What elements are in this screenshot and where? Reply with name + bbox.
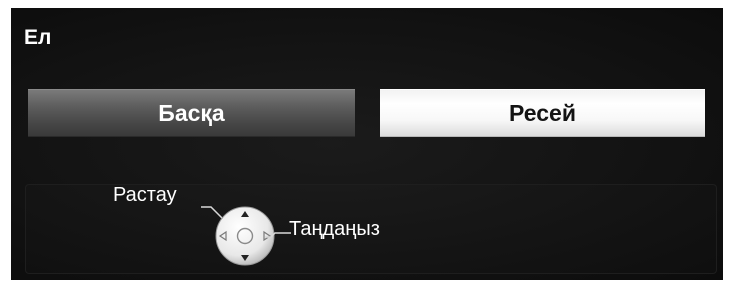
confirm-hint-label: Растау	[113, 184, 177, 206]
country-selection-screen: Ел Басқа Ресей Растау Таңдаңыз	[11, 8, 723, 280]
screen-title: Ел	[24, 26, 52, 49]
option-other-label: Басқа	[158, 99, 225, 126]
option-russia-button[interactable]: Ресей	[380, 89, 705, 137]
option-other-button[interactable]: Басқа	[28, 89, 355, 137]
option-russia-label: Ресей	[509, 99, 576, 126]
select-hint-label: Таңдаңыз	[289, 218, 380, 240]
